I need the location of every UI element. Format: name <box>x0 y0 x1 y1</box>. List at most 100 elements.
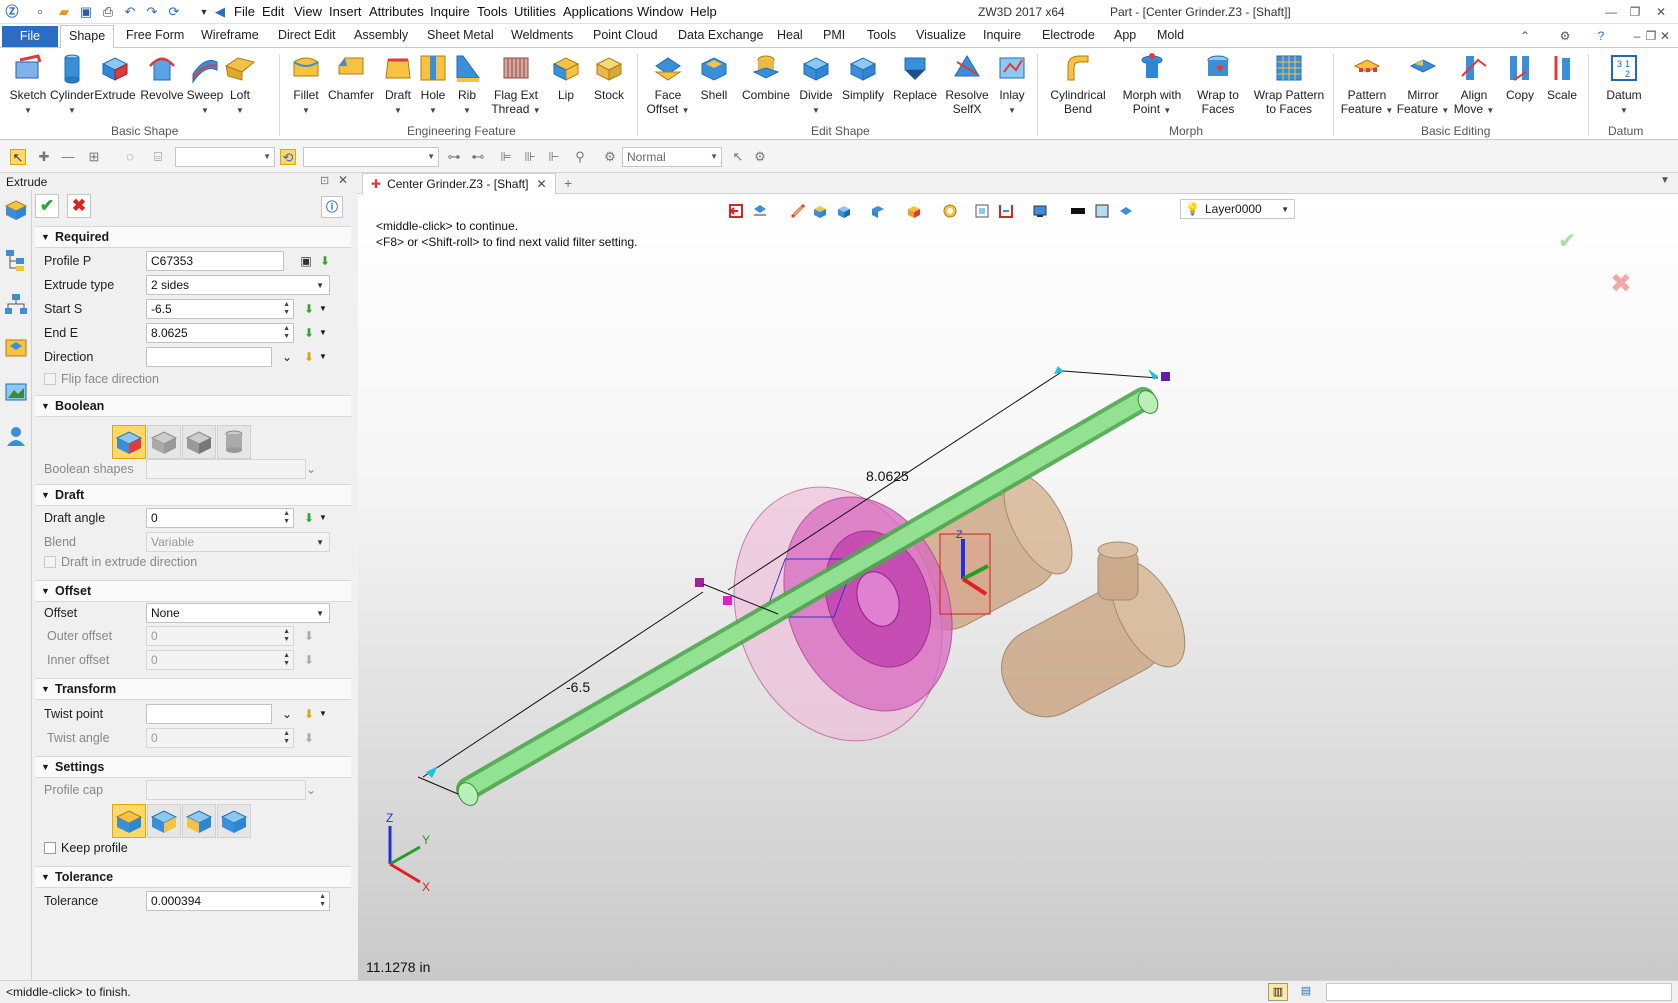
align-move-button[interactable]: Align Move ▼ <box>1450 52 1498 118</box>
ok-button[interactable]: ✔ <box>35 194 59 218</box>
history-tree-icon[interactable] <box>4 248 28 272</box>
part-library-icon[interactable] <box>4 336 28 360</box>
image-gallery-icon[interactable] <box>4 380 28 404</box>
print-icon[interactable]: ⎙ <box>100 4 116 20</box>
doc-close-icon[interactable]: ✕ <box>1656 27 1674 45</box>
cap-option-2-button[interactable] <box>147 804 181 838</box>
feature-cube-icon[interactable] <box>4 198 28 222</box>
model-canvas[interactable]: Z 8.0625 -6.5 Z Y X <box>358 194 1678 980</box>
section-offset-header[interactable]: ▼ Offset <box>35 580 351 602</box>
list-icon[interactable]: ▣ <box>298 253 314 269</box>
outer-offset-input[interactable]: 0 ▲ ▼ <box>146 626 294 646</box>
minimize-icon[interactable]: — <box>1602 3 1620 21</box>
mirror-feature-button[interactable]: Mirror Feature ▼ <box>1396 52 1450 118</box>
pick-cursor-icon[interactable]: ↖ <box>10 149 26 165</box>
status-layout-icon[interactable]: ▥ <box>1268 983 1288 1001</box>
menu-edit[interactable]: Edit <box>262 4 284 19</box>
extrude-button[interactable]: Extrude <box>94 52 136 102</box>
tab-shape[interactable]: Shape <box>60 25 115 49</box>
user-icon[interactable] <box>4 424 28 448</box>
pattern-feature-button[interactable]: Pattern Feature ▼ <box>1338 52 1396 118</box>
menu-attributes[interactable]: Attributes <box>369 4 424 19</box>
tab-electrode[interactable]: Electrode <box>1042 28 1095 42</box>
menu-inquire[interactable]: Inquire <box>430 4 470 19</box>
draft-angle-input[interactable]: 0 ▲ ▼ <box>146 508 294 528</box>
boolean-intersect-button[interactable] <box>217 425 251 459</box>
spinner-icon[interactable]: ▲ ▼ <box>283 325 290 341</box>
command-input[interactable] <box>1326 983 1672 1001</box>
box-select-icon[interactable]: ⊞ <box>86 149 102 165</box>
dimension-start[interactable] <box>417 578 779 795</box>
tab-assembly[interactable]: Assembly <box>354 28 408 42</box>
fillet-button[interactable]: Fillet ▼ <box>286 52 326 118</box>
redo-icon[interactable]: ↷ <box>144 4 160 20</box>
tab-visualize[interactable]: Visualize <box>916 28 966 42</box>
close-panel-icon[interactable]: ✕ <box>338 173 348 187</box>
new-tab-icon[interactable]: + <box>564 175 572 191</box>
spinner-icon[interactable]: ▲ ▼ <box>283 652 290 668</box>
profile-field[interactable]: C67353 <box>146 251 284 271</box>
morph-with-point-button[interactable]: Morph with Point ▼ <box>1118 52 1186 118</box>
twist-point-input[interactable] <box>146 704 272 724</box>
open-folder-icon[interactable]: ▰ <box>56 4 72 20</box>
face-offset-button[interactable]: Face Offset ▼ <box>644 52 692 118</box>
align-right-icon[interactable]: ⊩ <box>546 149 562 165</box>
divide-button[interactable]: Divide ▼ <box>796 52 836 118</box>
section-settings-header[interactable]: ▼ Settings <box>35 756 351 778</box>
menu-applications[interactable]: Applications <box>563 4 633 19</box>
dimension-end-label[interactable]: 8.0625 <box>866 468 909 484</box>
tab-direct-edit[interactable]: Direct Edit <box>278 28 336 42</box>
tab-app[interactable]: App <box>1114 28 1136 42</box>
restore-icon[interactable]: ❐ <box>1626 3 1644 21</box>
snap-grid-icon[interactable]: ⊷ <box>470 149 486 165</box>
resolve-selfx-button[interactable]: Resolve SelfX <box>942 52 992 116</box>
3d-viewport[interactable]: 💡 Layer0000 ▼ <middle-click> to continue… <box>358 194 1678 980</box>
tab-data-exchange[interactable]: Data Exchange <box>678 28 763 42</box>
remove-pick-icon[interactable]: — <box>60 149 76 165</box>
tab-weldments[interactable]: Weldments <box>511 28 573 42</box>
wrap-pattern-to-faces-button[interactable]: Wrap Pattern to Faces <box>1250 52 1328 116</box>
tab-mold[interactable]: Mold <box>1157 28 1184 42</box>
draft-options-icon[interactable]: ▼ <box>315 510 331 526</box>
offset-select[interactable]: None ▼ <box>146 603 330 623</box>
boolean-expand-icon[interactable]: ⌄ <box>303 461 319 477</box>
quick-access-dropdown-icon[interactable]: ▼ <box>196 4 212 20</box>
spinner-icon[interactable]: ▲ ▼ <box>283 628 290 644</box>
simplify-button[interactable]: Simplify <box>838 52 888 102</box>
boolean-base-button[interactable] <box>112 425 146 459</box>
menu-help[interactable]: Help <box>690 4 717 19</box>
blend-select[interactable]: Variable ▼ <box>146 532 330 552</box>
section-transform-header[interactable]: ▼ Transform <box>35 678 351 700</box>
save-icon[interactable]: ▣ <box>78 4 94 20</box>
pin-panel-icon[interactable]: ⊡ <box>320 174 329 187</box>
end-input[interactable]: 8.0625 ▲ ▼ <box>146 323 294 343</box>
settings-small-icon[interactable]: ⚙ <box>752 149 768 165</box>
rib-button[interactable]: Rib ▼ <box>448 52 486 118</box>
scale-button[interactable]: Scale <box>1542 52 1582 102</box>
gear-icon[interactable]: ⚙ <box>1556 27 1574 45</box>
replace-button[interactable]: Replace <box>890 52 940 102</box>
wrap-to-faces-button[interactable]: Wrap to Faces <box>1190 52 1246 116</box>
revolve-button[interactable]: Revolve <box>140 52 184 102</box>
render-mode-combo[interactable]: Normal ▼ <box>622 147 722 167</box>
pin-icon[interactable]: ⚲ <box>572 149 588 165</box>
undo-icon[interactable]: ↶ <box>122 4 138 20</box>
back-arrow-icon[interactable]: ◀ <box>212 4 228 20</box>
spinner-icon[interactable]: ▲ ▼ <box>319 893 326 909</box>
add-pick-icon[interactable]: ✚ <box>36 149 52 165</box>
tab-point-cloud[interactable]: Point Cloud <box>593 28 658 42</box>
twist-point-options-icon[interactable]: ▼ <box>315 706 331 722</box>
cap-option-3-button[interactable] <box>182 804 216 838</box>
boolean-remove-button[interactable] <box>182 425 216 459</box>
twist-angle-pick-icon[interactable]: ⬇ <box>301 730 317 746</box>
render-gear-icon[interactable]: ⚙ <box>602 149 618 165</box>
tab-tools[interactable]: Tools <box>867 28 896 42</box>
menu-file[interactable]: File <box>234 4 255 19</box>
tab-sheet-metal[interactable]: Sheet Metal <box>427 28 494 42</box>
dimension-start-label[interactable]: -6.5 <box>566 679 590 695</box>
cap-option-4-button[interactable] <box>217 804 251 838</box>
menu-tools[interactable]: Tools <box>477 4 507 19</box>
menu-window[interactable]: Window <box>637 4 683 19</box>
boolean-shapes-input[interactable] <box>146 459 306 479</box>
tolerance-input[interactable]: 0.000394 ▲ ▼ <box>146 891 330 911</box>
